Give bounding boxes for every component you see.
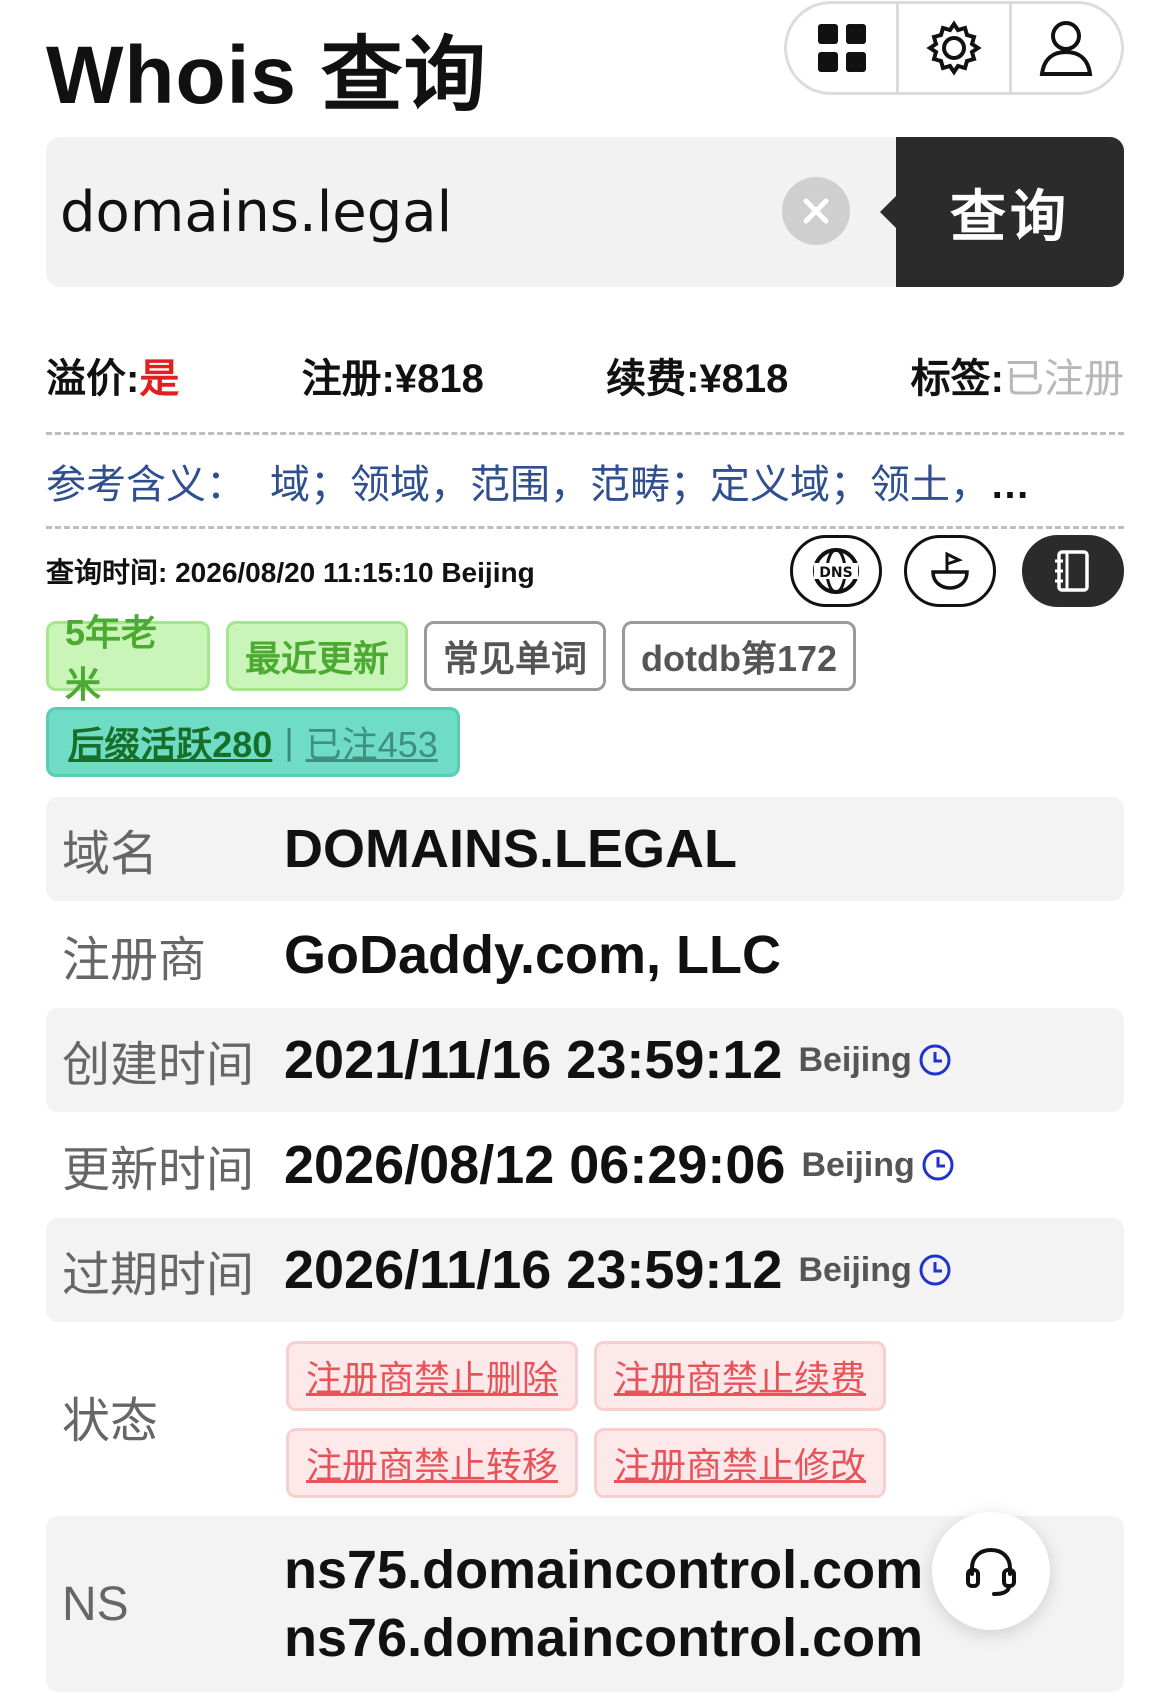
premium-item: 溢价:是	[46, 346, 180, 401]
status-key: 状态	[62, 1395, 159, 1448]
bowl-button[interactable]	[904, 535, 996, 607]
expires-timezone: Beijing	[798, 1250, 912, 1289]
registrar-value: GoDaddy.com, LLC	[284, 925, 782, 985]
whois-page: Whois 查询 domains.legal 查询 溢价:是 注册:¥818 续…	[0, 0, 1170, 1701]
status-delete-prohibited[interactable]: 注册商禁止删除	[286, 1341, 578, 1411]
grid-icon	[817, 24, 866, 72]
svg-text:DNS: DNS	[819, 565, 852, 581]
renew-value: ¥818	[699, 357, 789, 401]
status-renew-prohibited[interactable]: 注册商禁止续费	[594, 1341, 886, 1411]
premium-label: 溢价:	[46, 357, 140, 401]
expires-value: 2026/11/16 23:59:12	[284, 1240, 783, 1300]
suffix-registered-link[interactable]: 已注453	[306, 716, 438, 768]
created-value: 2021/11/16 23:59:12	[284, 1030, 783, 1090]
price-row: 溢价:是 注册:¥818 续费:¥818 标签:已注册	[46, 346, 1124, 401]
tag-dotdb-rank[interactable]: dotdb第172	[622, 621, 856, 691]
register-label: 注册:	[301, 357, 395, 401]
divider	[46, 526, 1124, 529]
suffix-separator: |	[284, 721, 294, 762]
top-action-group	[784, 1, 1124, 95]
query-time: 查询时间: 2026/08/20 11:15:10 Beijing	[46, 557, 535, 588]
registrar-key: 注册商	[62, 934, 207, 987]
status-transfer-prohibited[interactable]: 注册商禁止转移	[286, 1428, 578, 1498]
notebook-icon	[1055, 550, 1089, 592]
settings-button[interactable]	[899, 4, 1012, 92]
updated-timezone: Beijing	[801, 1145, 915, 1184]
close-icon	[803, 198, 829, 224]
divider	[46, 432, 1124, 435]
whois-row-expires: 过期时间 2026/11/16 23:59:12 Beijing	[46, 1218, 1124, 1322]
clock-icon[interactable]	[918, 1043, 952, 1077]
headset-icon	[966, 1547, 1016, 1596]
updated-value: 2026/08/12 06:29:06	[284, 1135, 786, 1195]
meaning-label: 参考含义：	[46, 463, 246, 507]
clock-icon[interactable]	[921, 1148, 955, 1182]
whois-row-status: 状态	[46, 1326, 1124, 1506]
meaning-text: 域；领域，范围，范畴；定义域；领土，	[270, 463, 990, 507]
domain-value: DOMAINS.LEGAL	[284, 819, 737, 879]
register-price-item: 注册:¥818	[301, 346, 484, 401]
created-timezone: Beijing	[798, 1040, 912, 1079]
bowl-icon	[931, 551, 969, 590]
updated-key: 更新时间	[62, 1144, 255, 1197]
ns-item: ns76.domaincontrol.com	[284, 1608, 924, 1668]
apps-grid-button[interactable]	[787, 4, 900, 92]
dns-globe-icon: DNS	[813, 548, 859, 594]
premium-value: 是	[139, 357, 180, 401]
domain-key: 域名	[62, 828, 159, 881]
support-button[interactable]	[932, 1512, 1050, 1630]
tag-value: 已注册	[1003, 357, 1124, 401]
search-box: 查询	[46, 137, 1124, 287]
tag-label: 标签:	[910, 357, 1004, 401]
ns-item: ns75.domaincontrol.com	[284, 1540, 924, 1600]
created-key: 创建时间	[62, 1039, 255, 1092]
whois-row-updated: 更新时间 2026/08/12 06:29:06 Beijing	[46, 1113, 1124, 1217]
user-button[interactable]	[1012, 4, 1121, 92]
clear-button[interactable]	[782, 177, 850, 245]
suffix-stats-tag: 后缀活跃280 | 已注453	[46, 707, 460, 777]
whois-row-created: 创建时间 2021/11/16 23:59:12 Beijing	[46, 1008, 1124, 1112]
expires-key: 过期时间	[62, 1249, 255, 1302]
whois-row-domain: 域名 DOMAINS.LEGAL	[46, 797, 1124, 901]
notebook-button[interactable]	[1022, 535, 1124, 607]
gear-icon	[926, 20, 982, 76]
tag-recent-update[interactable]: 最近更新	[226, 621, 408, 691]
whois-row-registrar: 注册商 GoDaddy.com, LLC	[46, 903, 1124, 1007]
renew-price-item: 续费:¥818	[606, 346, 789, 401]
dns-button[interactable]: DNS	[790, 535, 882, 607]
meaning-more[interactable]: …	[990, 463, 1030, 507]
ns-list: ns75.domaincontrol.com ns76.domaincontro…	[284, 1536, 923, 1672]
renew-label: 续费:	[606, 357, 700, 401]
user-icon	[1040, 21, 1093, 76]
suffix-active-link[interactable]: 后缀活跃280	[68, 716, 272, 768]
tag-old-domain[interactable]: 5年老米	[46, 612, 210, 705]
status-label-item: 标签:已注册	[910, 346, 1124, 401]
tag-common-word[interactable]: 常见单词	[424, 621, 606, 691]
register-value: ¥818	[394, 357, 484, 401]
search-input[interactable]	[60, 167, 800, 257]
page-title: Whois 查询	[46, 30, 487, 121]
query-button[interactable]: 查询	[880, 137, 1124, 287]
reference-meaning: 参考含义： 域；领域，范围，范畴；定义域；领土，…	[46, 452, 1124, 512]
status-update-prohibited[interactable]: 注册商禁止修改	[594, 1428, 886, 1498]
ns-key: NS	[62, 1577, 129, 1631]
clock-icon[interactable]	[918, 1253, 952, 1287]
